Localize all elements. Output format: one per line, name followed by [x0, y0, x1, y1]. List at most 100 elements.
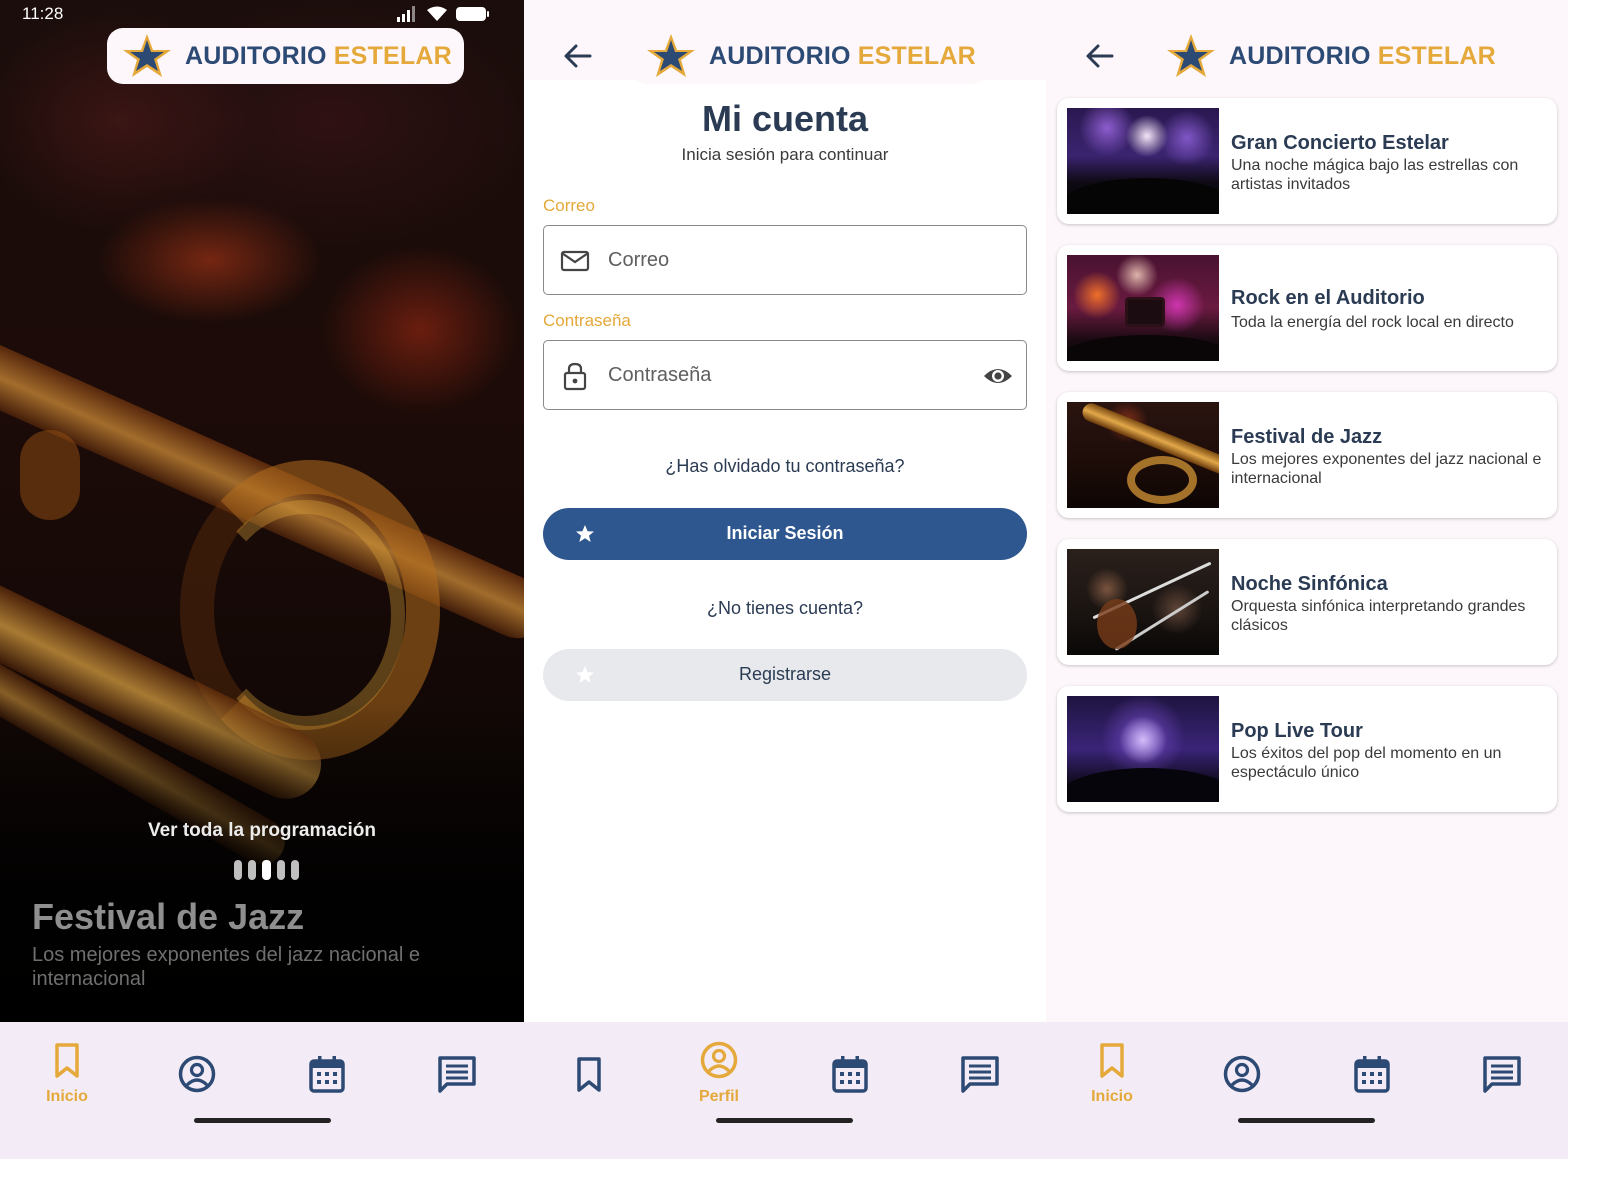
email-field[interactable]: [543, 225, 1027, 295]
message-icon: [438, 1056, 476, 1093]
password-field[interactable]: [543, 340, 1027, 410]
events-screen: AUDITORIO ESTELAR Gran Concierto Estelar…: [1046, 0, 1568, 1159]
event-description: Los mejores exponentes del jazz nacional…: [1231, 451, 1542, 487]
login-screen: AUDITORIO ESTELAR Mi cuenta Inicia sesió…: [524, 0, 1046, 1159]
nav-item-calendar[interactable]: [1307, 1022, 1437, 1132]
nav-item-home[interactable]: [524, 1022, 654, 1132]
bookmark-icon: [577, 1057, 601, 1092]
app-logo: AUDITORIO ESTELAR: [107, 28, 464, 84]
nav-item-calendar[interactable]: [785, 1022, 915, 1132]
bookmark-icon: [55, 1043, 79, 1078]
status-bar: 11:28: [0, 0, 524, 30]
event-card[interactable]: Noche Sinfónica Orquesta sinfónica inter…: [1057, 539, 1557, 665]
back-arrow-icon[interactable]: [1084, 40, 1116, 72]
nav-item-messages[interactable]: [392, 1022, 522, 1132]
calendar-icon: [309, 1056, 345, 1093]
battery-icon: [456, 7, 489, 21]
bottom-nav: Inicio: [1046, 1022, 1568, 1159]
nav-item-profile[interactable]: [132, 1022, 262, 1132]
carousel-indicator: [234, 860, 299, 880]
featured-subtitle: Los mejores exponentes del jazz nacional…: [32, 944, 421, 990]
event-description: Toda la energía del rock local en direct…: [1231, 314, 1514, 331]
lock-icon: [563, 362, 587, 391]
event-title: Noche Sinfónica: [1231, 573, 1388, 595]
nav-item-messages[interactable]: [915, 1022, 1045, 1132]
app-logo: AUDITORIO ESTELAR: [631, 28, 988, 84]
event-image-rock-concert: [1067, 255, 1219, 361]
login-button[interactable]: Iniciar Sesión: [543, 508, 1027, 560]
app-logo: AUDITORIO ESTELAR: [1151, 28, 1508, 84]
page-subtitle: Inicia sesión para continuar: [681, 145, 889, 164]
page-title: Mi cuenta: [701, 98, 869, 139]
carousel-dot-active[interactable]: [262, 860, 271, 880]
email-input[interactable]: [608, 240, 968, 280]
nav-item-home[interactable]: Inicio: [2, 1022, 132, 1132]
message-icon: [1483, 1056, 1521, 1093]
nav-item-profile[interactable]: Perfil: [654, 1022, 784, 1132]
carousel-dot[interactable]: [248, 860, 256, 880]
event-card[interactable]: Festival de Jazz Los mejores exponentes …: [1057, 392, 1557, 518]
home-indicator[interactable]: [716, 1118, 853, 1123]
home-indicator[interactable]: [194, 1118, 331, 1123]
event-image-violins: [1067, 549, 1219, 655]
event-description: Una noche mágica bajo las estrellas con …: [1231, 157, 1519, 193]
event-card[interactable]: Pop Live Tour Los éxitos del pop del mom…: [1057, 686, 1557, 812]
bottom-nav: Perfil: [524, 1022, 1046, 1159]
brand-word-1: AUDITORIO: [185, 41, 327, 70]
signal-icon: [397, 6, 415, 22]
visibility-icon[interactable]: [982, 361, 1014, 391]
brand-word-1: AUDITORIO: [709, 41, 851, 70]
event-description: Los éxitos del pop del momento en un esp…: [1231, 745, 1502, 781]
password-input[interactable]: [608, 355, 968, 395]
carousel-dot[interactable]: [291, 860, 299, 880]
home-screen: 11:28 AUDITORIO ESTELAR Ver toda la prog…: [0, 0, 524, 1159]
star-logo-icon: [1167, 34, 1215, 77]
back-arrow-icon[interactable]: [562, 40, 594, 72]
featured-title: Festival de Jazz: [32, 896, 305, 937]
brand-word-2: ESTELAR: [1377, 41, 1496, 70]
nav-label-home: Inicio: [46, 1088, 88, 1105]
brand-word-2: ESTELAR: [857, 41, 976, 70]
register-button[interactable]: Registrarse: [543, 649, 1027, 701]
see-all-link[interactable]: Ver toda la programación: [0, 820, 524, 842]
wifi-icon: [427, 6, 447, 21]
calendar-icon: [832, 1056, 868, 1093]
event-card[interactable]: Gran Concierto Estelar Una noche mágica …: [1057, 98, 1557, 224]
nav-label-profile: Perfil: [698, 1088, 739, 1105]
event-image-pop-stage: [1067, 696, 1219, 802]
status-time: 11:28: [22, 4, 64, 23]
account-circle-icon: [178, 1055, 216, 1093]
star-logo-icon: [123, 34, 171, 77]
carousel-dot[interactable]: [234, 860, 242, 880]
event-card[interactable]: Rock en el Auditorio Toda la energía del…: [1057, 245, 1557, 371]
star-logo-icon: [647, 34, 695, 77]
email-label: Correo: [543, 196, 595, 215]
account-circle-icon: [1223, 1055, 1261, 1093]
login-button-label: Iniciar Sesión: [726, 523, 844, 543]
nav-item-profile[interactable]: [1177, 1022, 1307, 1132]
event-title: Rock en el Auditorio: [1231, 287, 1425, 309]
nav-item-home[interactable]: Inicio: [1047, 1022, 1177, 1132]
event-image-concert-crowd: [1067, 108, 1219, 214]
nav-label-home: Inicio: [1091, 1088, 1133, 1105]
brand-word-2: ESTELAR: [333, 41, 452, 70]
password-label: Contraseña: [543, 311, 631, 330]
event-description: Orquesta sinfónica interpretando grandes…: [1231, 598, 1526, 634]
carousel-dot[interactable]: [277, 860, 285, 880]
nav-item-calendar[interactable]: [262, 1022, 392, 1132]
nav-item-messages[interactable]: [1437, 1022, 1567, 1132]
register-button-label: Registrarse: [738, 664, 832, 684]
event-image-trumpet: [1067, 402, 1219, 508]
brand-word-1: AUDITORIO: [1229, 41, 1371, 70]
event-title: Festival de Jazz: [1231, 426, 1383, 448]
bottom-nav: Inicio: [0, 1022, 524, 1159]
calendar-icon: [1354, 1056, 1390, 1093]
home-indicator[interactable]: [1238, 1118, 1375, 1123]
forgot-password-link[interactable]: ¿Has olvidado tu contraseña?: [524, 456, 1046, 477]
message-icon: [961, 1056, 999, 1093]
bookmark-icon: [1100, 1043, 1124, 1078]
event-title: Pop Live Tour: [1231, 720, 1363, 742]
mail-icon: [560, 250, 590, 272]
no-account-text[interactable]: ¿No tienes cuenta?: [524, 598, 1046, 619]
event-title: Gran Concierto Estelar: [1231, 132, 1449, 154]
